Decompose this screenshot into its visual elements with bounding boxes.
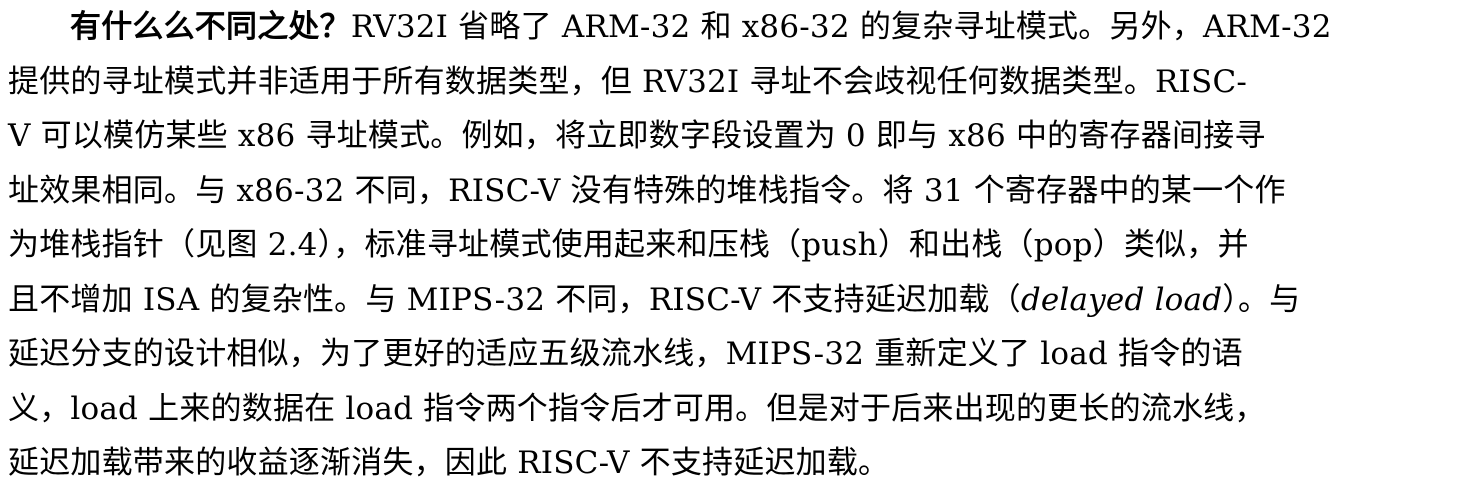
paragraph-line-1: 有什么么不同之处？RV32I 省略了 ARM-32 和 x86-32 的复杂寻址… [8,0,1460,55]
paragraph-line-9: 延迟加载带来的收益逐渐消失，因此 RISC-V 不支持延迟加载。 [8,445,890,481]
paragraph-line-text: ）。与 [1222,281,1301,318]
paragraph-lead-heading: 有什么么不同之处？ [70,9,351,45]
document-page: 有什么么不同之处？RV32I 省略了 ARM-32 和 x86-32 的复杂寻址… [0,0,1474,482]
italic-term: delayed load [1020,281,1223,318]
paragraph-line-7: 延迟分支的设计相似，为了更好的适应五级流水线，MIPS-32 重新定义了 loa… [8,336,1243,372]
paragraph-line-text: 且不增加 ISA 的复杂性。与 MIPS-32 不同，RISC-V 不支持延迟加… [8,281,1021,318]
paragraph: 有什么么不同之处？RV32I 省略了 ARM-32 和 x86-32 的复杂寻址… [8,0,1460,491]
paragraph-line-8: 义，load 上来的数据在 load 指令两个指令后才可用。但是对于后来出现的更… [8,390,1266,427]
paragraph-line-3: V 可以模仿某些 x86 寻址模式。例如，将立即数字段设置为 0 即与 x86 … [8,118,1266,154]
paragraph-line-2: 提供的寻址模式并非适用于所有数据类型，但 RV32I 寻址不会歧视任何数据类型。… [8,63,1248,100]
paragraph-line-text: RV32I 省略了 ARM-32 和 x86-32 的复杂寻址模式。另外，ARM… [350,9,1332,45]
paragraph-line-5: 为堆栈指针（见图 2.4），标准寻址模式使用起来和压栈（push）和出栈（pop… [8,227,1249,263]
paragraph-line-4: 址效果相同。与 x86-32 不同，RISC-V 没有特殊的堆栈指令。将 31 … [8,172,1286,209]
paragraph-line-6: 且不增加 ISA 的复杂性。与 MIPS-32 不同，RISC-V 不支持延迟加… [8,273,1460,328]
